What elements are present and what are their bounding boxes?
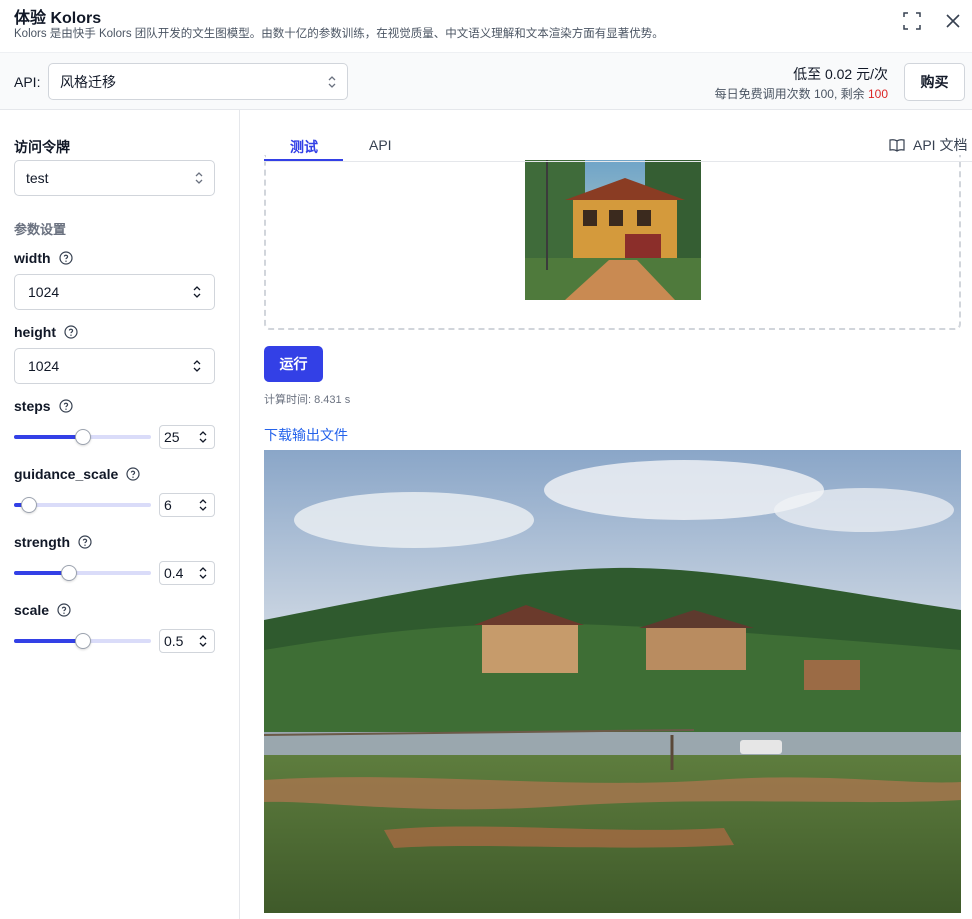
height-value: 1024 bbox=[28, 358, 60, 374]
strength-slider[interactable] bbox=[14, 565, 151, 581]
slider-thumb[interactable] bbox=[74, 429, 91, 445]
slider-thumb[interactable] bbox=[60, 565, 77, 581]
quota-prefix: 每日免费调用次数 100, 剩余 bbox=[714, 87, 868, 101]
slider-thumb[interactable] bbox=[74, 633, 91, 649]
scale-input[interactable]: 0.5 bbox=[159, 629, 215, 653]
params-heading: 参数设置 bbox=[14, 222, 67, 237]
token-select[interactable]: test bbox=[14, 160, 215, 196]
guidance-scale-slider[interactable] bbox=[14, 497, 151, 513]
strength-value: 0.4 bbox=[164, 565, 184, 581]
spinner-icon[interactable] bbox=[198, 633, 208, 649]
height-label: height bbox=[14, 324, 78, 340]
close-icon[interactable] bbox=[942, 10, 964, 32]
download-link[interactable]: 下载输出文件 bbox=[264, 425, 348, 445]
guidance-scale-value: 6 bbox=[164, 497, 172, 513]
help-icon[interactable] bbox=[58, 399, 73, 413]
steps-input[interactable]: 25 bbox=[159, 425, 215, 449]
steps-slider[interactable] bbox=[14, 429, 151, 445]
strength-label: strength bbox=[14, 534, 92, 550]
quota-remaining: 100 bbox=[867, 87, 888, 101]
scale-value: 0.5 bbox=[164, 633, 184, 649]
steps-value: 25 bbox=[164, 429, 180, 445]
api-label: API: bbox=[14, 74, 41, 90]
book-icon bbox=[889, 139, 905, 152]
chevron-updown-icon bbox=[195, 172, 203, 184]
api-bar: API: 风格迁移 低至 0.02 元/次 每日免费调用次数 100, 剩余 1… bbox=[0, 52, 972, 110]
width-label-text: width bbox=[14, 250, 51, 266]
width-value: 1024 bbox=[28, 284, 60, 300]
scale-label: scale bbox=[14, 602, 71, 618]
calc-time: 计算时间: 8.431 s bbox=[264, 394, 351, 406]
token-heading: 访问令牌 bbox=[14, 139, 70, 155]
quota-text: 每日免费调用次数 100, 剩余 100 bbox=[715, 85, 888, 102]
tab-active-indicator bbox=[264, 159, 343, 161]
steps-label-text: steps bbox=[14, 398, 51, 414]
slider-fill bbox=[14, 639, 83, 643]
input-image bbox=[525, 160, 701, 300]
buy-button[interactable]: 购买 bbox=[904, 63, 965, 101]
sidebar: 访问令牌 test 参数设置 width 1024 height 1024 st… bbox=[0, 110, 240, 919]
token-select-value: test bbox=[26, 170, 49, 186]
width-input[interactable]: 1024 bbox=[14, 274, 215, 310]
price-text: 低至 0.02 元/次 bbox=[793, 66, 888, 82]
height-input[interactable]: 1024 bbox=[14, 348, 215, 384]
expand-icon[interactable] bbox=[901, 10, 923, 32]
dialog-header: 体验 Kolors Kolors 是由快手 Kolors 团队开发的文生图模型。… bbox=[0, 0, 972, 52]
spinner-icon[interactable] bbox=[198, 429, 208, 445]
tab-api[interactable]: API bbox=[369, 137, 392, 153]
output-image bbox=[264, 450, 961, 913]
height-label-text: height bbox=[14, 324, 56, 340]
slider-fill bbox=[14, 435, 83, 439]
steps-label: steps bbox=[14, 398, 73, 414]
help-icon[interactable] bbox=[126, 467, 140, 481]
tabs-divider bbox=[264, 161, 972, 162]
spinner-icon[interactable] bbox=[198, 565, 208, 581]
width-label: width bbox=[14, 250, 73, 266]
dialog-subtitle: Kolors 是由快手 Kolors 团队开发的文生图模型。由数十亿的参数训练，… bbox=[14, 28, 664, 40]
guidance-scale-label: guidance_scale bbox=[14, 466, 140, 482]
spinner-icon[interactable] bbox=[192, 284, 202, 300]
help-icon[interactable] bbox=[57, 603, 71, 617]
tab-test[interactable]: 测试 bbox=[290, 137, 318, 157]
api-select-value: 风格迁移 bbox=[60, 73, 116, 90]
strength-label-text: strength bbox=[14, 534, 70, 550]
help-icon[interactable] bbox=[64, 325, 78, 339]
scale-label-text: scale bbox=[14, 602, 50, 618]
run-button[interactable]: 运行 bbox=[264, 346, 323, 382]
chevron-updown-icon bbox=[328, 75, 336, 88]
spinner-icon[interactable] bbox=[198, 497, 208, 513]
api-select[interactable]: 风格迁移 bbox=[48, 63, 348, 100]
strength-input[interactable]: 0.4 bbox=[159, 561, 215, 585]
scale-slider[interactable] bbox=[14, 633, 151, 649]
api-doc-label: API 文档 bbox=[913, 137, 968, 153]
guidance-scale-label-text: guidance_scale bbox=[14, 466, 119, 482]
api-doc-link[interactable]: API 文档 bbox=[889, 135, 967, 155]
help-icon[interactable] bbox=[78, 535, 92, 549]
spinner-icon[interactable] bbox=[192, 358, 202, 374]
help-icon[interactable] bbox=[58, 251, 73, 265]
guidance-scale-input[interactable]: 6 bbox=[159, 493, 215, 517]
slider-thumb[interactable] bbox=[21, 497, 38, 513]
